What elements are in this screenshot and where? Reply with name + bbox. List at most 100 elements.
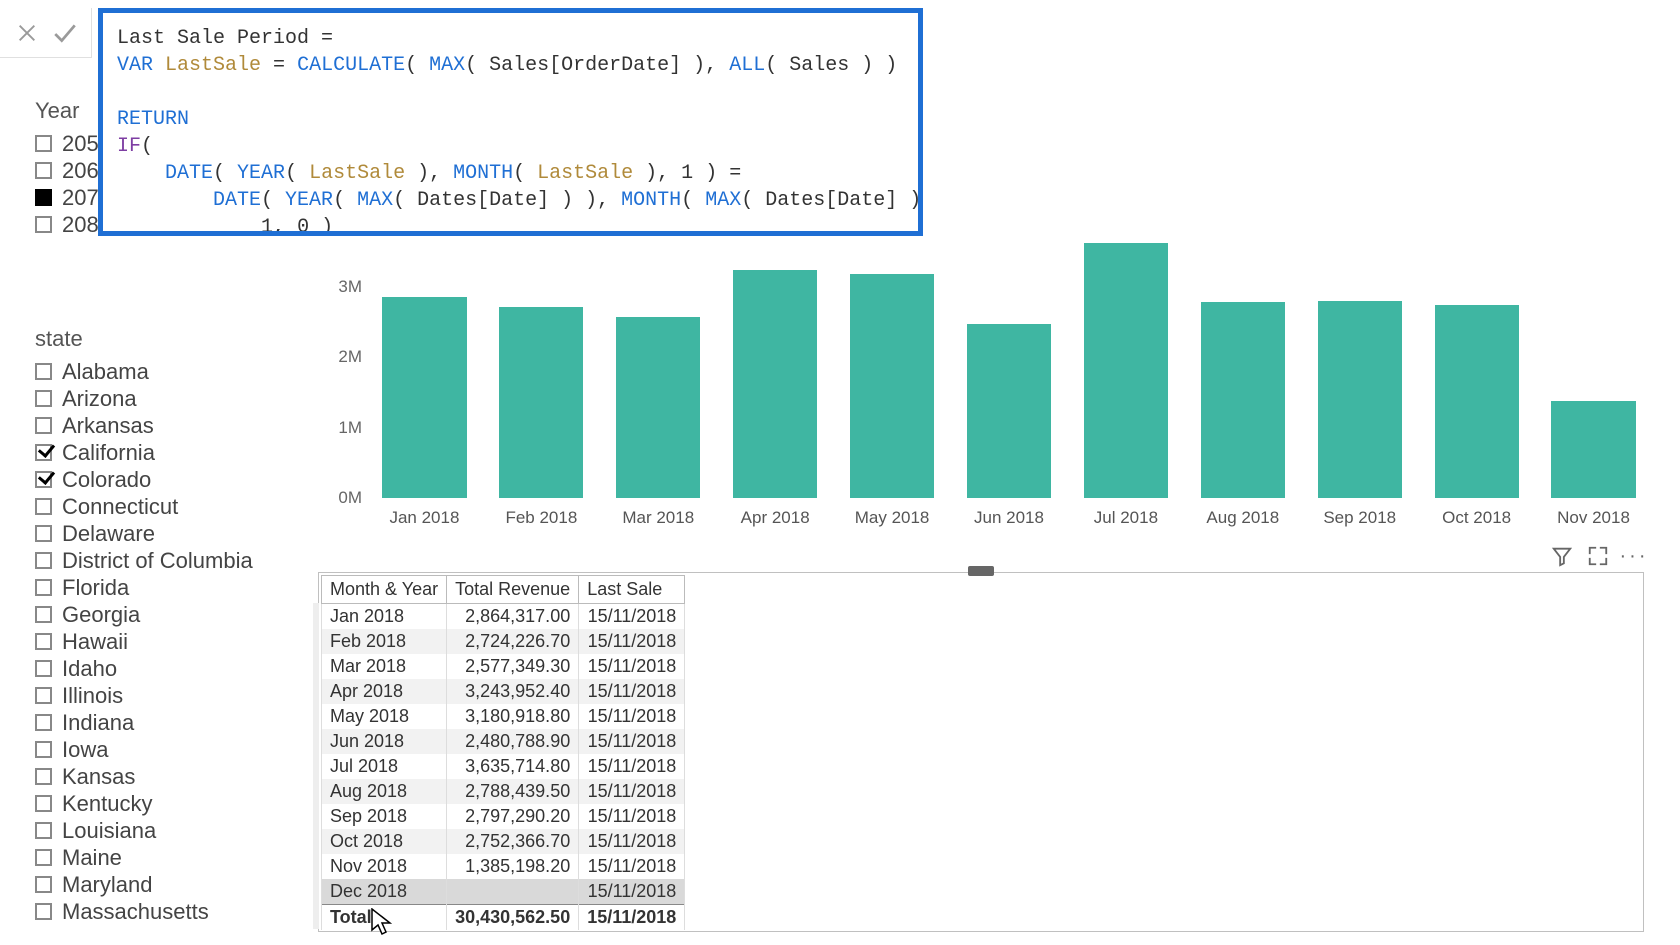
checkbox-icon[interactable] [35,444,52,461]
confirm-check-icon[interactable] [51,19,79,47]
state-slicer-item[interactable]: Georgia [35,601,253,628]
x-axis-tick-label: Oct 2018 [1422,508,1532,528]
table-row[interactable]: Apr 20183,243,952.4015/11/2018 [322,679,685,704]
chart-bar[interactable] [382,297,466,498]
checkbox-icon[interactable] [35,741,52,758]
checkbox-icon[interactable] [35,417,52,434]
table-row[interactable]: Sep 20182,797,290.2015/11/2018 [322,804,685,829]
table-column-header[interactable]: Month & Year [322,576,447,604]
checkbox-icon[interactable] [35,579,52,596]
checkbox-icon[interactable] [35,363,52,380]
checkbox-icon[interactable] [35,606,52,623]
focus-mode-icon[interactable] [1587,545,1609,567]
state-slicer-item[interactable]: Maryland [35,871,253,898]
state-slicer-item[interactable]: Arizona [35,385,253,412]
chart-bar[interactable] [616,317,700,498]
checkbox-icon[interactable] [35,903,52,920]
table-column-header[interactable]: Last Sale [579,576,685,604]
year-slicer-item[interactable]: 205 [35,130,99,157]
state-slicer-item[interactable]: Massachusetts [35,898,253,925]
state-slicer-label: Alabama [62,359,149,385]
table-cell-lastsale: 15/11/2018 [579,654,685,679]
state-slicer-item[interactable]: Hawaii [35,628,253,655]
y-axis-tick-label: 1M [318,418,362,438]
visual-drag-handle[interactable] [968,566,994,576]
chart-bar[interactable] [1551,401,1635,498]
state-slicer-item[interactable]: Colorado [35,466,253,493]
chart-bar[interactable] [1318,301,1402,498]
table-row[interactable]: Jan 20182,864,317.0015/11/2018 [322,604,685,630]
state-slicer-item[interactable]: Florida [35,574,253,601]
table-row[interactable]: Nov 20181,385,198.2015/11/2018 [322,854,685,879]
checkbox-icon[interactable] [35,162,52,179]
x-axis-tick-label: Jun 2018 [954,508,1064,528]
state-slicer-item[interactable]: Indiana [35,709,253,736]
state-slicer-item[interactable]: Idaho [35,655,253,682]
state-slicer-item[interactable]: Arkansas [35,412,253,439]
checkbox-icon[interactable] [35,714,52,731]
table-row[interactable]: Jun 20182,480,788.9015/11/2018 [322,729,685,754]
table-row[interactable]: Mar 20182,577,349.3015/11/2018 [322,654,685,679]
checkbox-icon[interactable] [35,525,52,542]
chart-bar[interactable] [967,324,1051,498]
state-slicer-item[interactable]: Kansas [35,763,253,790]
checkbox-icon[interactable] [35,849,52,866]
state-slicer-item[interactable]: Connecticut [35,493,253,520]
state-slicer-item[interactable]: District of Columbia [35,547,253,574]
table-row[interactable]: Aug 20182,788,439.5015/11/2018 [322,779,685,804]
checkbox-icon[interactable] [35,876,52,893]
more-options-icon[interactable]: ··· [1623,545,1645,567]
chart-bar[interactable] [499,307,583,498]
checkbox-icon[interactable] [35,552,52,569]
chart-bar[interactable] [1084,243,1168,498]
checkbox-icon[interactable] [35,471,52,488]
checkbox-icon[interactable] [35,390,52,407]
dax-formula-editor[interactable]: Last Sale Period = VAR LastSale = CALCUL… [98,8,923,236]
state-slicer[interactable]: state AlabamaArizonaArkansasCaliforniaCo… [35,326,253,925]
state-slicer-item[interactable]: Delaware [35,520,253,547]
table-cell-month: Jun 2018 [322,729,447,754]
cancel-icon[interactable] [13,19,41,47]
checkbox-icon[interactable] [35,633,52,650]
checkbox-icon[interactable] [35,795,52,812]
revenue-table[interactable]: Month & YearTotal RevenueLast Sale Jan 2… [321,575,685,930]
revenue-table-visual[interactable]: ··· Month & YearTotal RevenueLast Sale J… [318,572,1644,932]
filter-icon[interactable] [1551,545,1573,567]
state-slicer-item[interactable]: Louisiana [35,817,253,844]
state-slicer-item[interactable]: Iowa [35,736,253,763]
checkbox-icon[interactable] [35,498,52,515]
table-column-header[interactable]: Total Revenue [447,576,579,604]
state-slicer-item[interactable]: Illinois [35,682,253,709]
state-slicer-item[interactable]: Kentucky [35,790,253,817]
state-slicer-item[interactable]: Maine [35,844,253,871]
chart-bar[interactable] [733,270,817,498]
checkbox-icon[interactable] [35,822,52,839]
table-row[interactable]: Dec 201815/11/2018 [322,879,685,905]
checkbox-icon[interactable] [35,216,52,233]
table-cell-month: Aug 2018 [322,779,447,804]
year-slicer-item[interactable]: 206 [35,157,99,184]
checkbox-icon[interactable] [35,687,52,704]
table-row[interactable]: Jul 20183,635,714.8015/11/2018 [322,754,685,779]
state-slicer-label: Connecticut [62,494,178,520]
checkbox-icon[interactable] [35,135,52,152]
chart-bar[interactable] [850,274,934,498]
checkbox-icon[interactable] [35,189,52,206]
chart-bar[interactable] [1435,305,1519,498]
checkbox-icon[interactable] [35,660,52,677]
year-slicer[interactable]: Year 205206207208 [35,98,99,238]
checkbox-icon[interactable] [35,768,52,785]
year-slicer-item[interactable]: 208 [35,211,99,238]
table-cell-revenue: 2,864,317.00 [447,604,579,630]
table-scrollbar[interactable] [313,603,319,929]
year-slicer-label: 208 [62,212,99,238]
table-row[interactable]: Feb 20182,724,226.7015/11/2018 [322,629,685,654]
table-row[interactable]: May 20183,180,918.8015/11/2018 [322,704,685,729]
year-slicer-item[interactable]: 207 [35,184,99,211]
revenue-bar-chart[interactable]: 0M1M2M3MJan 2018Feb 2018Mar 2018Apr 2018… [318,238,1658,538]
chart-bar[interactable] [1201,302,1285,498]
state-slicer-item[interactable]: Alabama [35,358,253,385]
table-row[interactable]: Oct 20182,752,366.7015/11/2018 [322,829,685,854]
state-slicer-item[interactable]: California [35,439,253,466]
table-cell-month: Dec 2018 [322,879,447,905]
